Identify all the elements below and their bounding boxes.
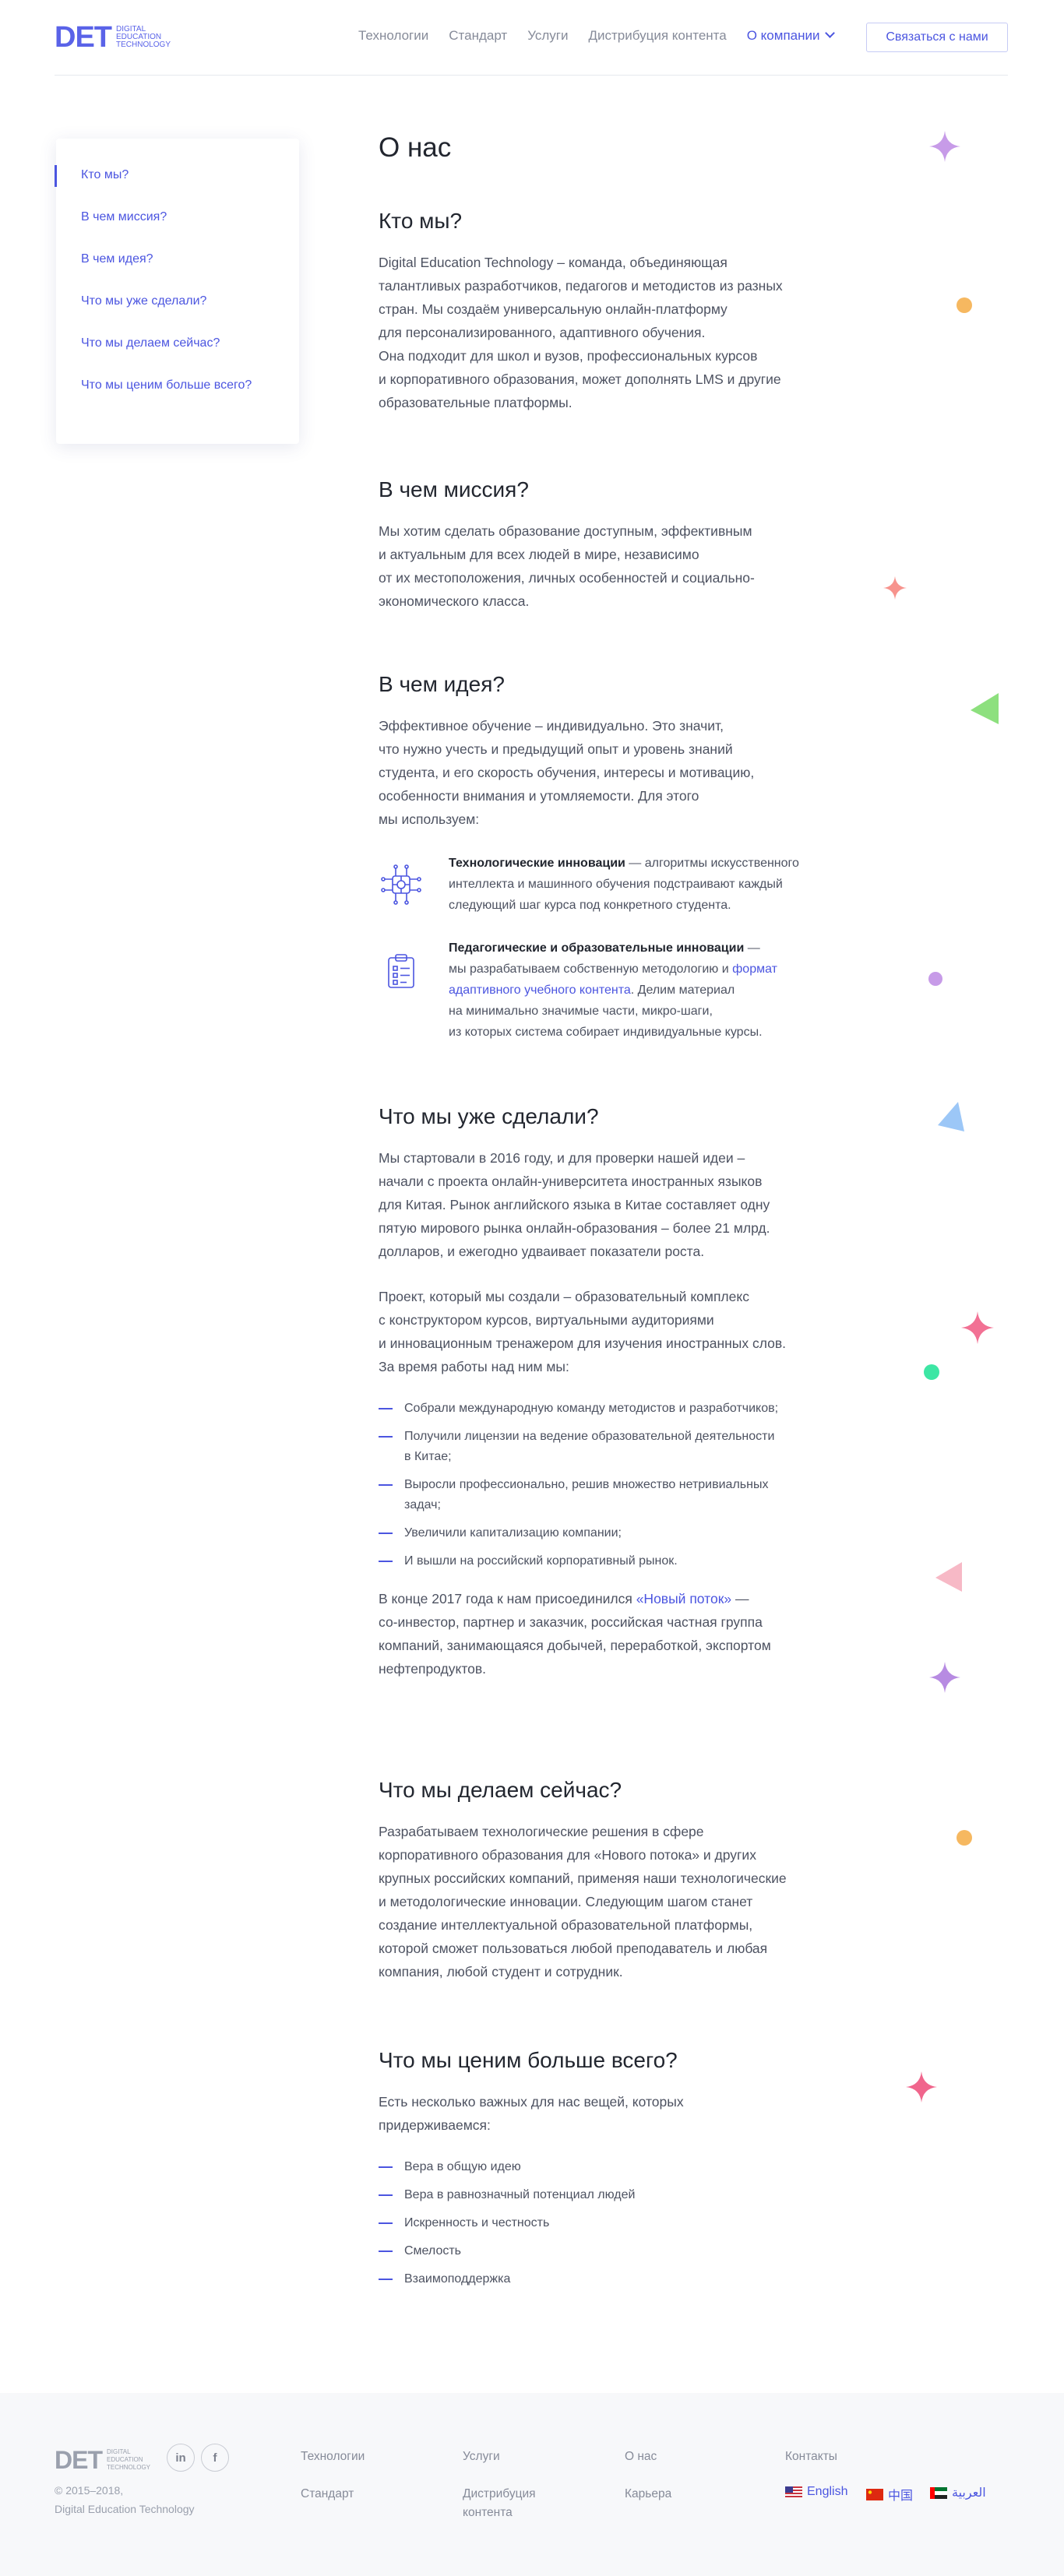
list-item: Получили лицензии на ведение образовател… bbox=[379, 1427, 861, 1467]
footer-link-contacts[interactable]: Контакты bbox=[785, 2448, 837, 2466]
section-title: В чем миссия? bbox=[379, 477, 529, 501]
sparkle-decoration-icon bbox=[929, 1662, 960, 1693]
feature-text: Технологические инновации — алгоритмы ис… bbox=[449, 853, 799, 916]
section-text: Эффективное обучение – индивидуально. Эт… bbox=[379, 718, 755, 827]
toc-item-now[interactable]: Что мы делаем сейчас? bbox=[56, 333, 299, 353]
nav-technologies[interactable]: Технологии bbox=[358, 28, 428, 44]
ai-chip-icon bbox=[379, 853, 425, 916]
footer-logo[interactable]: DET DIGITAL EDUCATION TECHNOLOGY bbox=[55, 2446, 161, 2474]
nav-services[interactable]: Услуги bbox=[527, 28, 568, 44]
footer-link-about[interactable]: О нас bbox=[625, 2448, 657, 2466]
dot-decoration-icon bbox=[957, 297, 972, 313]
section-text: В конце 2017 года к нам присоединился «Н… bbox=[379, 1587, 861, 1680]
site-header: DET DIGITAL EDUCATION TECHNOLOGY Техноло… bbox=[55, 0, 1008, 76]
section-title: Кто мы? bbox=[379, 209, 463, 233]
section-text: Есть несколько важных для нас вещей, кот… bbox=[379, 2094, 684, 2133]
list-item: Вера в общую идею bbox=[379, 2157, 861, 2177]
clipboard-checklist-icon bbox=[379, 938, 425, 1043]
lang-chinese[interactable]: 中国 bbox=[866, 2485, 913, 2504]
list-item: Вера в равнозначный потенциал людей bbox=[379, 2185, 861, 2205]
flag-usa-icon bbox=[785, 2486, 802, 2498]
section-done: Что мы уже сделали? Мы стартовали в 2016… bbox=[379, 1104, 861, 1680]
section-text: Проект, который мы создали – образовател… bbox=[379, 1289, 787, 1374]
dot-decoration-icon bbox=[928, 972, 942, 986]
achievements-list: Собрали международную команду методистов… bbox=[379, 1399, 861, 1571]
main-nav: Технологии Стандарт Услуги Дистрибуция к… bbox=[358, 28, 835, 44]
section-title: Что мы ценим больше всего? bbox=[379, 2048, 678, 2072]
new-flow-link[interactable]: «Новый поток» bbox=[636, 1591, 731, 1606]
feature-text: Педагогические и образовательные инновац… bbox=[449, 938, 777, 1043]
section-title: В чем идея? bbox=[379, 672, 505, 696]
dot-decoration-icon bbox=[924, 1364, 939, 1380]
sparkle-decoration-icon bbox=[883, 576, 907, 600]
footer-link-distribution[interactable]: Дистрибуция контента bbox=[463, 2485, 536, 2522]
site-footer: DET DIGITAL EDUCATION TECHNOLOGY in f © … bbox=[0, 2393, 1064, 2576]
contact-us-button[interactable]: Связаться с нами bbox=[866, 23, 1008, 52]
nav-content-distribution[interactable]: Дистрибуция контента bbox=[589, 28, 727, 44]
feature-title: Педагогические и образовательные инновац… bbox=[449, 941, 745, 955]
footer-link-technologies[interactable]: Технологии bbox=[301, 2448, 365, 2466]
triangle-decoration-icon bbox=[935, 1562, 962, 1592]
section-title: Что мы уже сделали? bbox=[379, 1104, 599, 1128]
text-part: В конце 2017 года к нам присоединился bbox=[379, 1591, 636, 1606]
logo-mark: DET bbox=[55, 2446, 103, 2474]
toc-sidebar: Кто мы? В чем миссия? В чем идея? Что мы… bbox=[55, 139, 299, 444]
section-now: Что мы делаем сейчас? Разрабатываем техн… bbox=[379, 1778, 861, 1983]
section-who: Кто мы? Digital Education Technology – к… bbox=[379, 209, 861, 414]
list-item: Взаимоподдержка bbox=[379, 2269, 861, 2289]
sparkle-decoration-icon bbox=[906, 2071, 937, 2103]
linkedin-icon[interactable]: in bbox=[167, 2444, 195, 2472]
logo[interactable]: DET DIGITAL EDUCATION TECHNOLOGY bbox=[55, 21, 180, 54]
list-item: Увеличили капитализацию компании; bbox=[379, 1523, 861, 1543]
feature-tech-innovation: Технологические инновации — алгоритмы ис… bbox=[379, 853, 861, 916]
section-text: Мы хотим сделать образование доступным, … bbox=[379, 523, 755, 609]
list-item: Искренность и честность bbox=[379, 2213, 861, 2233]
section-idea: В чем идея? Эффективное обучение – индив… bbox=[379, 672, 861, 1043]
list-item: Выросли профессионально, решив множество… bbox=[379, 1475, 861, 1515]
footer-link-services[interactable]: Услуги bbox=[463, 2448, 500, 2466]
footer-link-standard[interactable]: Стандарт bbox=[301, 2485, 354, 2504]
sparkle-decoration-icon bbox=[929, 131, 960, 162]
values-list: Вера в общую идею Вера в равнозначный по… bbox=[379, 2157, 861, 2289]
flag-china-icon bbox=[866, 2488, 883, 2500]
toc-item-done[interactable]: Что мы уже сделали? bbox=[56, 291, 299, 311]
facebook-icon[interactable]: f bbox=[201, 2444, 229, 2472]
copyright: © 2015–2018, Digital Education Technolog… bbox=[55, 2484, 195, 2515]
nav-about-label: О компании bbox=[746, 28, 820, 43]
section-text: Digital Education Technology – команда, … bbox=[379, 255, 783, 410]
logo-subtitle: DIGITAL EDUCATION TECHNOLOGY bbox=[107, 2448, 151, 2471]
section-title: Что мы делаем сейчас? bbox=[379, 1778, 622, 1802]
flag-uae-icon bbox=[930, 2486, 947, 2499]
lang-english[interactable]: English bbox=[785, 2485, 847, 2499]
toc-item-mission[interactable]: В чем миссия? bbox=[56, 207, 299, 227]
nav-about-company[interactable]: О компании bbox=[746, 28, 835, 44]
footer-link-career[interactable]: Карьера bbox=[625, 2485, 671, 2504]
list-item: Собрали международную команду методистов… bbox=[379, 1399, 861, 1419]
lang-label: 中国 bbox=[888, 2490, 914, 2503]
triangle-decoration-icon bbox=[971, 693, 999, 724]
logo-subtitle: DIGITAL EDUCATION TECHNOLOGY bbox=[116, 25, 171, 49]
section-text: Мы стартовали в 2016 году, и для проверк… bbox=[379, 1150, 770, 1259]
feature-title: Технологические инновации bbox=[449, 857, 625, 870]
lang-label: العربية bbox=[952, 2486, 986, 2500]
toc-item-idea[interactable]: В чем идея? bbox=[56, 249, 299, 269]
section-values: Что мы ценим больше всего? Есть нескольк… bbox=[379, 2048, 861, 2297]
feature-pedagogical-innovation: Педагогические и образовательные инновац… bbox=[379, 938, 861, 1043]
nav-standard[interactable]: Стандарт bbox=[449, 28, 507, 44]
list-item: И вышли на российский корпоративный рыно… bbox=[379, 1551, 861, 1571]
lang-arabic[interactable]: العربية bbox=[930, 2485, 986, 2500]
logo-mark: DET bbox=[55, 21, 112, 54]
list-item: Смелость bbox=[379, 2241, 861, 2261]
toc-item-who[interactable]: Кто мы? bbox=[55, 165, 299, 187]
toc-item-values[interactable]: Что мы ценим больше всего? bbox=[56, 375, 299, 395]
dot-decoration-icon bbox=[957, 1830, 972, 1846]
sparkle-decoration-icon bbox=[961, 1311, 994, 1344]
section-mission: В чем миссия? Мы хотим сделать образован… bbox=[379, 477, 861, 613]
page-title: О нас bbox=[379, 132, 452, 163]
section-text: Разрабатываем технологические решения в … bbox=[379, 1824, 787, 1980]
triangle-decoration-icon bbox=[938, 1102, 964, 1131]
chevron-down-icon bbox=[824, 28, 835, 38]
lang-label: English bbox=[807, 2485, 848, 2498]
